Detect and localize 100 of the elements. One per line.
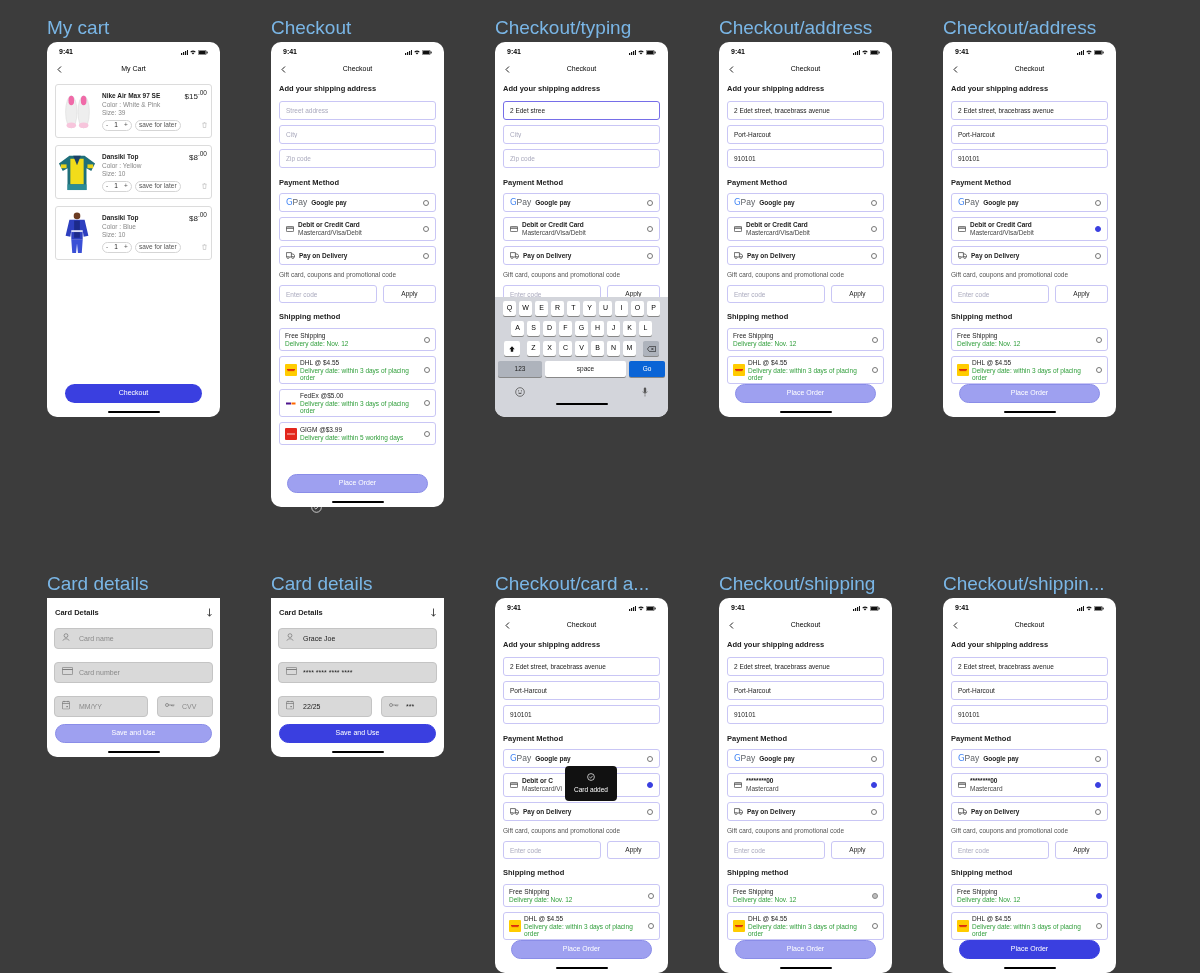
courier-logo-icon <box>285 401 297 405</box>
signal-icon <box>1077 605 1084 611</box>
radio-button[interactable] <box>871 782 877 788</box>
microphone-icon[interactable] <box>642 387 648 397</box>
radio-button[interactable] <box>648 923 654 929</box>
radio-button[interactable] <box>872 336 878 343</box>
battery-icon <box>198 49 208 55</box>
product-price: $8$^{.00}$ <box>189 213 207 223</box>
battery-icon <box>870 49 880 55</box>
pay-logo: GPay <box>734 198 756 207</box>
backspace-icon <box>646 345 656 352</box>
card-icon <box>510 226 518 232</box>
back-icon[interactable] <box>953 622 958 629</box>
wifi-icon <box>862 605 868 611</box>
radio-button[interactable] <box>1096 892 1102 899</box>
radio-button[interactable] <box>871 755 877 762</box>
truck-icon <box>734 808 743 815</box>
down-arrow-icon[interactable] <box>207 608 212 618</box>
pay-logo: GPay <box>510 754 532 763</box>
frame-title: Checkout/card a... <box>495 572 651 596</box>
truck-icon <box>734 252 743 259</box>
radio-button[interactable] <box>1095 252 1101 259</box>
home-indicator <box>555 967 608 969</box>
radio-button[interactable] <box>1096 367 1102 373</box>
signal-icon <box>1077 49 1084 55</box>
card-icon <box>958 226 966 232</box>
radio-button[interactable] <box>1095 199 1101 206</box>
radio-button[interactable] <box>1095 755 1101 762</box>
frame-title: Checkout <box>271 16 353 40</box>
back-icon[interactable] <box>57 66 62 73</box>
radio-button[interactable] <box>647 782 653 788</box>
radio-button[interactable] <box>871 226 877 232</box>
radio-button[interactable] <box>1096 923 1102 929</box>
radio-button[interactable] <box>647 755 653 762</box>
shift-key[interactable] <box>504 341 520 356</box>
radio-button[interactable] <box>647 808 653 815</box>
radio-button[interactable] <box>647 199 653 206</box>
radio-button[interactable] <box>1095 808 1101 815</box>
radio-button[interactable] <box>424 336 430 343</box>
home-indicator <box>779 967 832 969</box>
radio-button[interactable] <box>424 400 430 406</box>
radio-button[interactable] <box>647 226 653 232</box>
home-indicator <box>555 403 608 405</box>
signal-icon <box>853 49 860 55</box>
calendar-icon <box>62 700 70 710</box>
signal-icon <box>629 605 636 611</box>
radio-button[interactable] <box>423 252 429 259</box>
key-icon <box>389 702 399 708</box>
card-icon <box>286 226 294 232</box>
key-icon <box>165 702 175 708</box>
back-icon[interactable] <box>729 66 734 73</box>
back-icon[interactable] <box>281 66 286 73</box>
home-indicator <box>1003 967 1056 969</box>
battery-icon <box>1094 49 1104 55</box>
courier-logo-icon <box>733 920 745 932</box>
truck-icon <box>958 252 967 259</box>
radio-button[interactable] <box>872 367 878 373</box>
pay-logo: GPay <box>958 754 980 763</box>
signal-icon <box>181 49 188 55</box>
radio-button[interactable] <box>648 892 654 899</box>
home-indicator <box>107 411 160 413</box>
courier-logo-icon <box>957 364 969 376</box>
back-icon[interactable] <box>953 66 958 73</box>
radio-button[interactable] <box>1095 226 1101 232</box>
radio-button[interactable] <box>872 892 878 899</box>
wifi-icon <box>638 49 644 55</box>
frame-title: Checkout/typing <box>495 16 633 40</box>
radio-button[interactable] <box>872 923 878 929</box>
courier-logo-icon <box>285 364 297 376</box>
radio-button[interactable] <box>423 199 429 206</box>
person-icon <box>286 632 294 641</box>
back-icon[interactable] <box>505 66 510 73</box>
radio-button[interactable] <box>424 430 430 437</box>
emoji-icon[interactable] <box>515 387 525 397</box>
frame-title: Card details <box>47 572 150 596</box>
radio-button[interactable] <box>871 808 877 815</box>
back-icon[interactable] <box>729 622 734 629</box>
product-price: $8$^{.00}$ <box>189 152 207 162</box>
frame-title: Checkout/address <box>719 16 874 40</box>
card-icon <box>958 782 966 788</box>
down-arrow-icon[interactable] <box>431 608 436 618</box>
radio-button[interactable] <box>1096 336 1102 343</box>
frame-title: Checkout/shippin... <box>943 572 1106 596</box>
wifi-icon <box>190 49 196 55</box>
courier-logo-icon <box>957 920 969 932</box>
courier-logo-icon <box>285 427 297 440</box>
wifi-icon <box>1086 605 1092 611</box>
home-indicator <box>331 501 384 503</box>
signal-icon <box>853 605 860 611</box>
check-circle-icon <box>587 772 595 781</box>
radio-button[interactable] <box>647 252 653 259</box>
radio-button[interactable] <box>1095 782 1101 788</box>
wifi-icon <box>1086 49 1092 55</box>
radio-button[interactable] <box>424 367 430 373</box>
radio-button[interactable] <box>871 252 877 259</box>
back-icon[interactable] <box>505 622 510 629</box>
backspace-key[interactable] <box>643 341 659 356</box>
radio-button[interactable] <box>423 226 429 232</box>
home-indicator <box>331 751 384 753</box>
radio-button[interactable] <box>871 199 877 206</box>
